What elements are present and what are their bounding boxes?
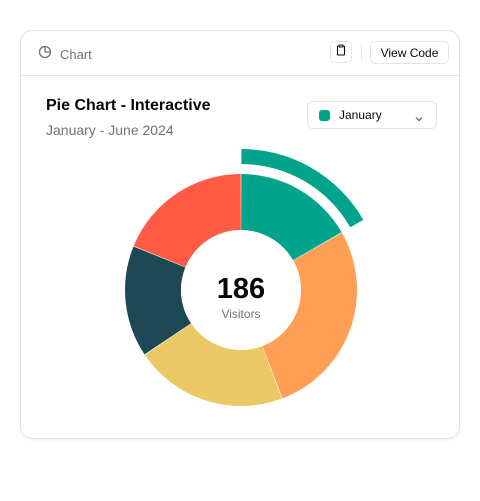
pie-chart: 186 Visitors — [125, 149, 364, 407]
chart-card: Chart View Code Pie Chart - Interactive … — [20, 30, 460, 439]
center-label: Visitors — [221, 307, 260, 321]
center-value: 186 — [217, 273, 265, 305]
